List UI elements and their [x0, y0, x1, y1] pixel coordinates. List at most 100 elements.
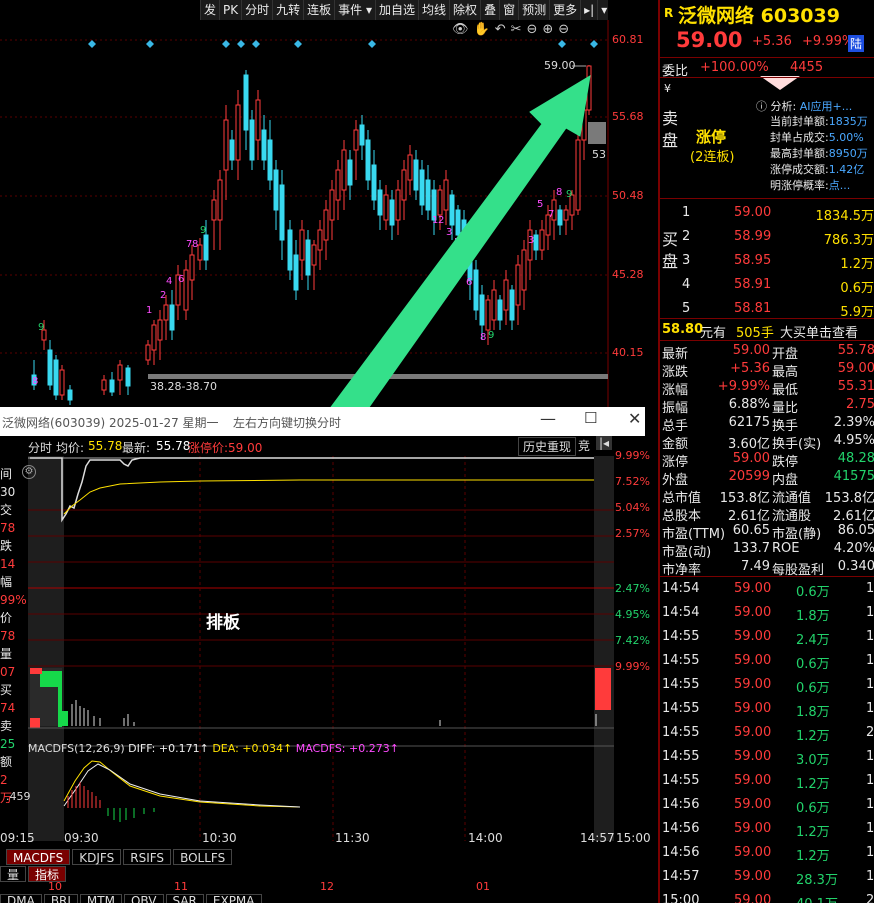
tick-time: 14:55 — [662, 701, 700, 716]
limit-stat-label: 当前封单额: — [770, 115, 829, 128]
tick-time: 14:55 — [662, 725, 700, 740]
tab-expma[interactable]: EXPMA — [205, 894, 262, 903]
time-label: 15:00 — [616, 831, 651, 845]
candle-body — [443, 179, 449, 211]
tab-rsifs[interactable]: RSIFS — [123, 849, 172, 865]
stat-value: 48.28 — [837, 451, 874, 466]
webi-value: +100.00% — [700, 60, 769, 75]
toolbar-item[interactable]: 叠 — [480, 0, 499, 20]
left-col-item: 2万 — [0, 773, 13, 805]
stat-label: 涨幅 — [662, 383, 689, 398]
tick-row: 14:56 59.00 0.6万 1 — [660, 797, 874, 816]
tick-table[interactable]: 14:54 59.00 0.6万 1 14:54 59.00 1.8万 1 14:5… — [660, 576, 874, 903]
toolbar-item[interactable]: 除权 — [449, 0, 480, 20]
candle-body — [521, 249, 527, 291]
limit-stat-value: 5.00% — [828, 131, 864, 144]
settings-icon[interactable]: ⚙ — [22, 465, 36, 479]
stat-row: 涨停 59.00 跌停 48.28 — [660, 451, 874, 470]
buy-row[interactable]: 2 58.99 786.3万 — [660, 229, 874, 248]
collapse-icon[interactable]: |◂ — [596, 436, 613, 450]
toolbar-item[interactable]: 更多 — [549, 0, 580, 20]
tab-obv[interactable]: OBV — [123, 894, 164, 903]
tick-volume: 0.6万 — [796, 801, 830, 816]
buy-book: 买盘 1 59.00 1834.5万 2 58.99 786.3万 3 58.95 … — [660, 198, 874, 320]
buy-row[interactable]: 1 59.00 1834.5万 — [660, 205, 874, 224]
popup-titlebar[interactable]: 泛微网络(603039) 2025-01-27 星期一 左右方向键切换分时 — … — [0, 407, 645, 436]
buy-row[interactable]: 5 58.81 5.9万 — [660, 301, 874, 320]
candle-body — [125, 367, 131, 387]
toolbar-item[interactable]: PK — [219, 0, 241, 20]
svg-text:7: 7 — [548, 209, 554, 220]
toolbar-item[interactable]: 预测 — [518, 0, 549, 20]
price-axis-label: 55.68 — [612, 110, 644, 123]
buy-row[interactable]: 3 58.95 1.2万 — [660, 253, 874, 272]
history-replay-button[interactable]: 历史重现 — [518, 437, 577, 456]
tick-time: 14:55 — [662, 677, 700, 692]
stock-name: 泛微网络 — [678, 5, 755, 27]
big-order-row[interactable]: 58.80 元有 505手 大买单击查看 — [660, 318, 874, 341]
tab-volume[interactable]: 量 — [0, 866, 27, 882]
chart-tool-icons[interactable]: 👁✋↶✂⊖⊕⊖ — [452, 22, 574, 37]
buy-price: 58.95 — [734, 253, 772, 268]
tab-sar[interactable]: SAR — [165, 894, 204, 903]
analysis-link[interactable]: AI应用+... — [800, 100, 852, 113]
bid-button[interactable]: 竞 — [578, 437, 590, 454]
tab-mtm[interactable]: MTM — [79, 894, 122, 903]
kline-chart[interactable]: 98 12 46 78 91 23 56 89 35 78 9 60.81 55… — [0, 20, 644, 584]
candle-body — [287, 229, 293, 271]
limit-stat-label: 涨停成交额: — [770, 163, 829, 176]
stat-label: 内盘 — [772, 473, 799, 488]
candle-body — [335, 169, 341, 201]
stat-label: 换手 — [772, 419, 799, 434]
tick-count: 1 — [866, 749, 874, 764]
stat-value: 3.60亿 — [728, 437, 770, 452]
toolbar-item[interactable]: ▾ — [597, 0, 610, 20]
maximize-icon[interactable]: ☐ — [584, 409, 597, 427]
axis-number: 01 — [476, 880, 490, 893]
stat-label: 金额 — [662, 437, 689, 452]
toolbar-item[interactable]: 事件 ▾ — [334, 0, 375, 20]
toolbar-item[interactable]: ▸| — [580, 0, 597, 20]
tab-bollfs[interactable]: BOLLFS — [173, 849, 233, 865]
toolbar-item[interactable]: 均线 — [418, 0, 449, 20]
toolbar-item[interactable]: 加自选 — [375, 0, 418, 20]
tab-bri[interactable]: BRI — [43, 894, 78, 903]
tick-price: 59.00 — [734, 797, 772, 812]
left-col-item: 跌 — [0, 539, 13, 553]
left-col-item: 74 — [0, 701, 16, 715]
webi-row: 委比 +100.00% 4455 — [660, 57, 874, 79]
candle-body — [169, 304, 175, 331]
left-col-item: 价 — [0, 611, 13, 625]
buy-row[interactable]: 4 58.91 0.6万 — [660, 277, 874, 296]
candle-body — [413, 159, 419, 191]
toolbar-item[interactable]: 发 — [200, 0, 219, 20]
buy-volume: 1834.5万 — [815, 209, 874, 224]
price-change: +5.36 — [752, 34, 792, 49]
tick-row: 14:55 59.00 3.0万 1 — [660, 749, 874, 768]
minimize-icon[interactable]: — — [540, 409, 556, 428]
tick-row: 14:55 59.00 1.8万 1 — [660, 701, 874, 720]
limit-stat-label: 明涨停概率: — [770, 179, 829, 192]
tab-kdjfs[interactable]: KDJFS — [72, 849, 122, 865]
candle-body — [267, 139, 273, 181]
close-icon[interactable]: ✕ — [628, 409, 641, 428]
pct-label: 5.04% — [615, 501, 650, 514]
toolbar-item[interactable]: 窗 — [499, 0, 518, 20]
pct-label: 2.57% — [615, 527, 650, 540]
left-col-item: 量 — [0, 647, 13, 661]
tick-count: 1 — [866, 773, 874, 788]
tab-macdfs[interactable]: MACDFS — [6, 849, 71, 865]
big-order-link[interactable]: 大买单击查看 — [780, 322, 858, 341]
stat-value: 86.05 — [837, 523, 874, 538]
stat-value: 4.95% — [833, 433, 874, 448]
webi-volume: 4455 — [790, 60, 824, 75]
toolbar-item[interactable]: 分时 — [241, 0, 272, 20]
candle-body — [53, 359, 59, 396]
tick-time: 14:55 — [662, 749, 700, 764]
candle-body — [229, 139, 235, 161]
toolbar-item[interactable]: 连板 — [303, 0, 334, 20]
toolbar-item[interactable]: 九转 — [272, 0, 303, 20]
stat-label: 跌停 — [772, 455, 799, 470]
tab-dma[interactable]: DMA — [0, 894, 42, 903]
price-axis-label: 40.15 — [612, 346, 644, 359]
